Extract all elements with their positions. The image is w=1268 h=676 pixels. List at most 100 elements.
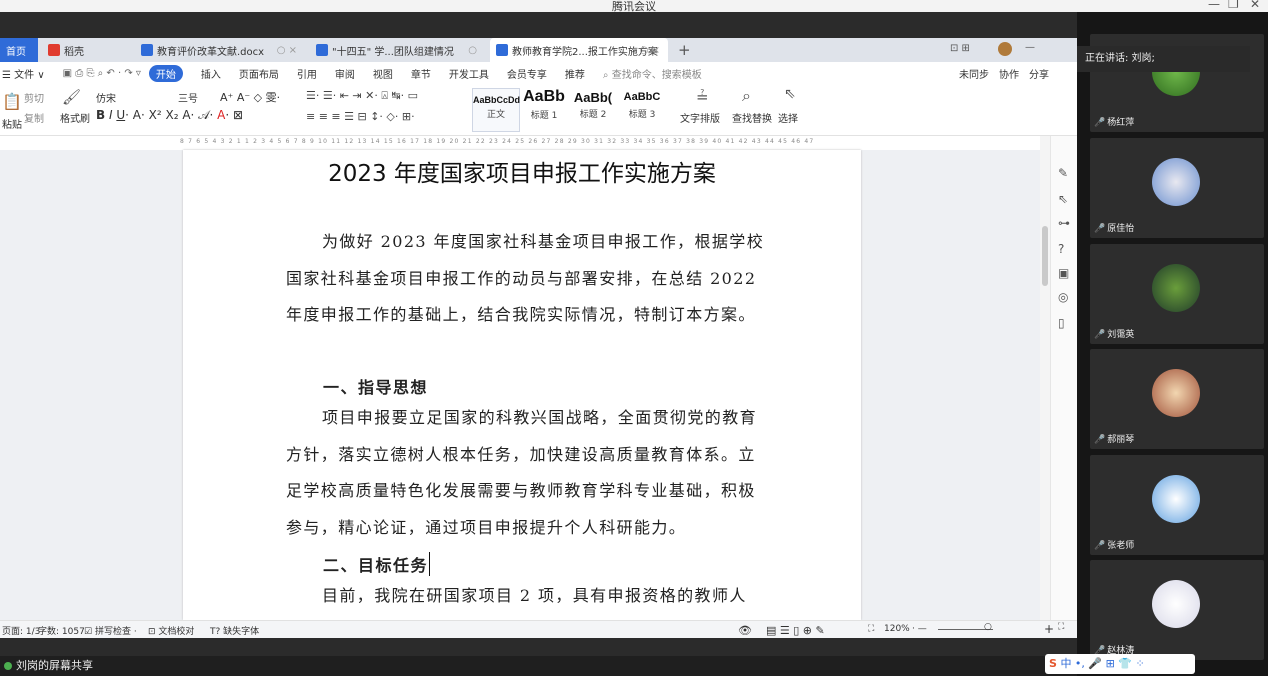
pointer-icon[interactable]: ⇖: [1058, 192, 1068, 206]
menu-start[interactable]: 开始: [148, 64, 183, 82]
avatar: [1152, 158, 1200, 206]
image-icon[interactable]: ▣: [1058, 266, 1069, 280]
proofread-button[interactable]: ⊡ 文档校对: [148, 624, 194, 637]
font-size-icons[interactable]: A⁺ A⁻ ◇ 雯·: [220, 89, 280, 105]
menu-chapter[interactable]: 章节: [411, 66, 431, 81]
menu-reference[interactable]: 引用: [297, 66, 317, 81]
close-button[interactable]: ✕: [1250, 0, 1260, 11]
menu-recommend[interactable]: 推荐: [565, 66, 585, 81]
avatar: [1152, 580, 1200, 628]
copy-button[interactable]: 复制: [24, 110, 44, 125]
style-heading-3[interactable]: AaBbC 标题 3: [618, 88, 666, 120]
minimize-button[interactable]: —: [1208, 0, 1220, 11]
close-tab-icon[interactable]: ○ ×: [277, 45, 297, 56]
tab-doc-active[interactable]: 教师教育学院2...报工作实施方案 ○ ×: [490, 38, 668, 62]
cursor-icon[interactable]: ⇖: [784, 86, 796, 102]
scroll-thumb[interactable]: [1042, 226, 1048, 286]
ime-toolbar[interactable]: S 中 •, 🎤 ⊞ 👕 ⁘: [1045, 654, 1195, 674]
share-button[interactable]: 分享: [1029, 66, 1049, 81]
pen-icon[interactable]: ✎: [1058, 166, 1068, 180]
format-painter-icon[interactable]: 🖌: [62, 88, 81, 106]
participant-tile[interactable]: 🎤 郝丽琴: [1090, 349, 1264, 449]
spell-check-label: 拼写检查: [94, 627, 131, 637]
zoom-slider-handle[interactable]: ○: [984, 622, 992, 632]
view-mode-icons[interactable]: ▤ ☰ ▯ ⊕ ✎: [766, 624, 825, 637]
quick-tools-icons[interactable]: ▣ ⎙ ⎘ ⌕ ↶ · ↷ ▿: [63, 68, 141, 79]
location-icon[interactable]: ◎: [1058, 290, 1068, 304]
command-search[interactable]: ⌕ 查找命令、搜索模板: [603, 66, 702, 81]
restore-button[interactable]: ❐: [1228, 0, 1239, 11]
font-format-icons[interactable]: B I U· A· X² X₂ A· 𝒜· A· ⊠: [96, 108, 243, 123]
style-heading-2[interactable]: AaBb( 标题 2: [568, 88, 618, 120]
close-tab-icon[interactable]: ○: [468, 45, 477, 56]
speaking-indicator: 正在讲话: 刘岗;: [1077, 46, 1250, 72]
align-icons[interactable]: ≡ ≡ ≡ ☰ ⊟ ↕· ◇· ⊞·: [306, 110, 415, 123]
font-name-select[interactable]: 仿宋: [96, 90, 176, 105]
share-label-text: 刘岗的屏幕共享: [16, 659, 93, 672]
zoom-in-icon[interactable]: +: [1044, 622, 1054, 636]
ime-status[interactable]: 中 •, 🎤 ⊞ 👕 ⁘: [1060, 657, 1144, 670]
participant-tile[interactable]: 🎤 原佳怡: [1090, 138, 1264, 238]
menu-layout[interactable]: 页面布局: [239, 66, 279, 81]
new-tab-icon[interactable]: +: [672, 38, 692, 62]
style-heading-1[interactable]: AaBb 标题 1: [520, 88, 568, 121]
text-layout-button[interactable]: 文字排版: [680, 110, 720, 125]
sync-status[interactable]: 未同步: [959, 66, 989, 81]
minimize-wps-icon[interactable]: —: [1025, 42, 1035, 53]
help-icon[interactable]: ?: [1058, 242, 1064, 256]
ribbon-toolbar: 📋 粘贴 剪切 复制 🖌 格式刷 仿宋 三号 B I U· A· X² X₂ A…: [0, 84, 1077, 136]
tab-doc-1[interactable]: 教育评价改革文献.docx ○ ×: [135, 38, 305, 62]
tab-home[interactable]: 首页: [0, 38, 38, 62]
format-painter-button[interactable]: 格式刷: [60, 110, 90, 125]
zoom-out-icon[interactable]: · —: [912, 624, 927, 634]
collaborate-button[interactable]: 协作: [999, 66, 1019, 81]
missing-font-button[interactable]: T? 缺失字体: [210, 624, 259, 637]
word-doc-icon: [316, 44, 328, 56]
slider-icon[interactable]: ⊶: [1058, 216, 1070, 230]
side-tool-panel: ✎ ⇖ ⊶ ? ▣ ◎ ▯: [1050, 136, 1077, 620]
menu-file[interactable]: ☰ 文件 ∨: [2, 66, 45, 81]
word-count: 字数: 1057: [38, 627, 85, 637]
participant-tile[interactable]: 🎤 赵林涛: [1090, 560, 1264, 660]
horizontal-ruler[interactable]: 8 7 6 5 4 3 2 1 1 2 3 4 5 6 7 8 9 10 11 …: [180, 138, 860, 150]
menu-view[interactable]: 视图: [373, 66, 393, 81]
paste-button[interactable]: 粘贴: [2, 116, 22, 131]
mic-icon: 🎤: [1094, 330, 1106, 340]
zoom-level[interactable]: 120%: [884, 624, 910, 634]
mic-icon: 🎤: [1094, 435, 1106, 445]
participant-tile[interactable]: 🎤 刘霭英: [1090, 244, 1264, 344]
spell-check-button[interactable]: ☑ 拼写检查 ·: [84, 624, 137, 637]
eye-icon[interactable]: 👁: [738, 624, 752, 637]
avatar: [1152, 369, 1200, 417]
document-page[interactable]: 2023 年度国家项目申报工作实施方案 为做好 2023 年度国家社科基金项目申…: [183, 150, 861, 620]
vertical-scrollbar[interactable]: [1040, 136, 1050, 620]
style-normal[interactable]: AaBbCcDd 正文: [472, 88, 520, 132]
menu-devtools[interactable]: 开发工具: [449, 66, 489, 81]
paste-icon[interactable]: 📋: [2, 92, 22, 111]
paragraph-intro: 为做好 2023 年度国家社科基金项目申报工作，根据学校国家社科基金项目申报工作…: [286, 232, 765, 324]
fullscreen-icon[interactable]: ⛶: [1058, 622, 1064, 632]
checkbox-icon: ☑: [84, 627, 95, 637]
find-replace-button[interactable]: 查找替换: [732, 110, 772, 125]
font-size-select[interactable]: 三号: [178, 90, 198, 105]
close-tab-icon[interactable]: ○ ×: [640, 45, 660, 56]
menu-review[interactable]: 审阅: [335, 66, 355, 81]
find-icon[interactable]: ⌕: [742, 86, 751, 106]
status-bar: 页面: 1/3 字数: 1057 ☑ 拼写检查 · ⊡ 文档校对 T? 缺失字体…: [0, 620, 1077, 638]
font-icon: T?: [210, 627, 224, 637]
tab-doc-2[interactable]: "十四五" 学...团队组建情况 ○: [310, 38, 485, 62]
menu-member[interactable]: 会员专享: [507, 66, 547, 81]
menu-insert[interactable]: 插入: [201, 66, 221, 81]
paragraph-guiding: 项目申报要立足国家的科教兴国战略，全面贯彻党的教育方针，落实立德树人根本任务，加…: [286, 408, 758, 537]
tab-docer[interactable]: 稻壳: [42, 38, 132, 62]
paragraph-icons[interactable]: ☰· ☰· ⇤ ⇥ ✕· ⍓ ↹· ▭: [306, 89, 418, 103]
select-button[interactable]: 选择: [778, 110, 798, 125]
avatar[interactable]: [998, 42, 1012, 56]
book-icon[interactable]: ▯: [1058, 316, 1065, 330]
participant-tile[interactable]: 🎤 张老师: [1090, 455, 1264, 555]
text-layout-icon[interactable]: ≟: [696, 88, 709, 106]
fit-icon[interactable]: ⛶: [868, 624, 874, 634]
cut-button[interactable]: 剪切: [24, 90, 44, 105]
window-layout-icons[interactable]: ⊡ ⊞: [950, 43, 970, 54]
missing-font-label: 缺失字体: [223, 627, 260, 637]
